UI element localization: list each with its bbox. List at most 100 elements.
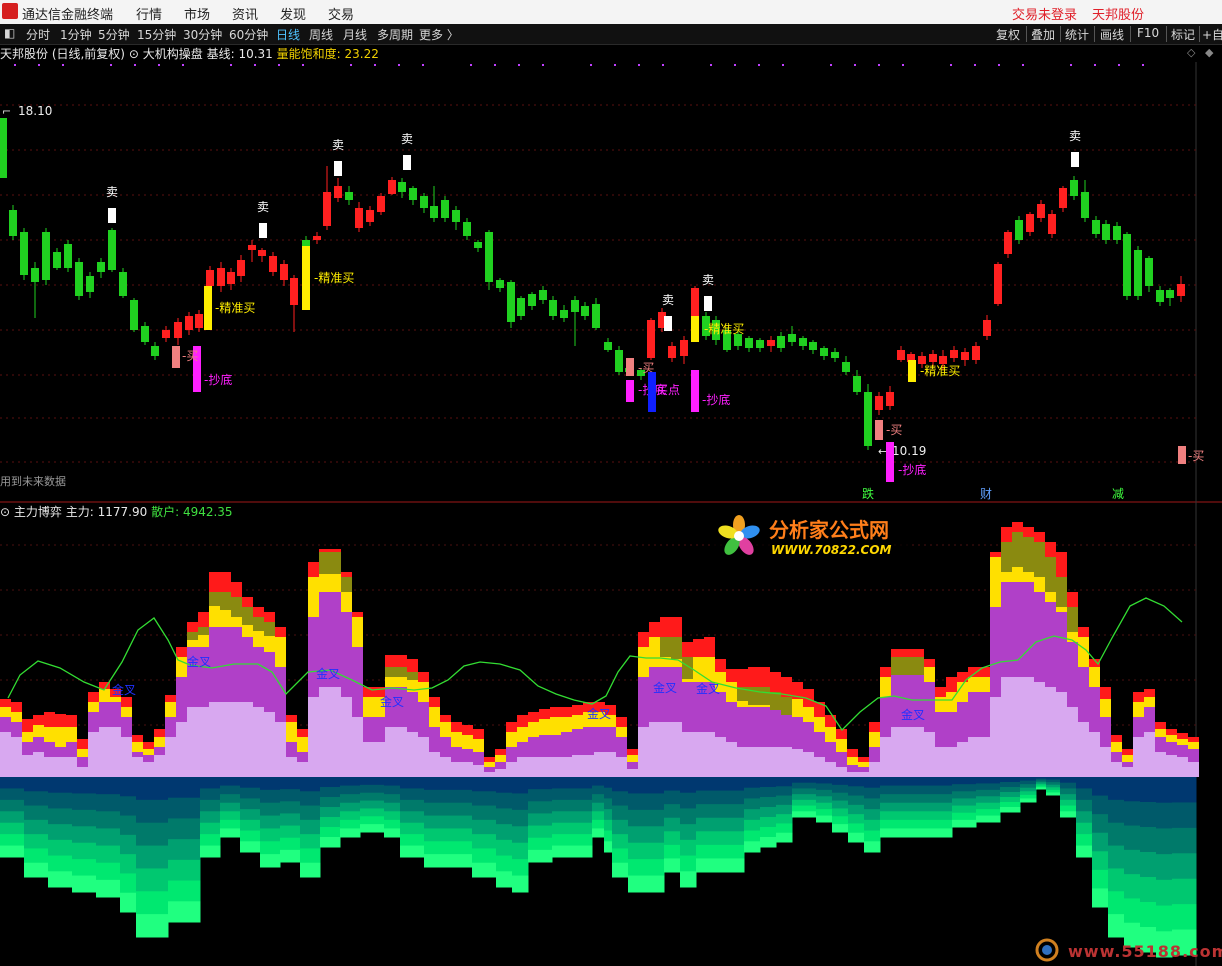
retail-band (384, 819, 401, 829)
retail-band (168, 859, 185, 882)
main-force-bar-yellow (66, 727, 77, 742)
retail-band (340, 777, 361, 787)
main-force-bar-red (880, 667, 891, 677)
signal-dot (1070, 64, 1072, 66)
main-force-bar-yellow (572, 715, 583, 729)
main-force-bar-yellow (77, 749, 88, 757)
main-force-bar-lilac (429, 752, 440, 777)
main-force-bar-lilac (770, 747, 781, 777)
candle-body (560, 310, 568, 318)
candle-body (972, 346, 980, 360)
retail-band (696, 831, 721, 846)
retail-band (792, 799, 817, 807)
main-force-bar-yellow (506, 732, 517, 747)
main-force-bar-olive (1067, 607, 1078, 632)
main-force-bar-red (671, 617, 682, 637)
retail-band (744, 787, 761, 799)
main-force-bar-yellow (88, 702, 99, 712)
retail-band (1000, 792, 1021, 798)
retail-band (1076, 777, 1093, 789)
retail-band (848, 832, 865, 843)
main-force-bar-lilac (253, 707, 264, 777)
bottom-signal-bar (886, 442, 894, 482)
candle-body (290, 278, 298, 305)
retail-band (240, 798, 261, 810)
retail-band (300, 791, 321, 807)
chart-canvas[interactable]: ⌐ 18.10← 10.19卖卖卖 卖卖卖卖-精准买-精准买-精准买-精准买-抄底-抄… (0, 0, 1222, 966)
retail-band (150, 822, 169, 847)
signal-dot (614, 64, 616, 66)
retail-band (1156, 828, 1173, 855)
retail-band (776, 804, 793, 815)
main-force-bar-red (0, 699, 11, 707)
main-force-bar-lilac (671, 722, 682, 777)
main-force-bar-yellow (121, 707, 132, 717)
main-force-bar-lilac (1133, 737, 1144, 777)
retail-band (1092, 777, 1109, 797)
main-force-bar-red (253, 607, 264, 617)
retail-band (220, 819, 241, 829)
retail-band (340, 785, 361, 795)
retail-band (1092, 888, 1109, 908)
main-force-bar-lilac (407, 732, 418, 777)
candle-body (1102, 224, 1110, 240)
main-force-bar-lilac (682, 732, 693, 777)
candle-body (75, 262, 83, 296)
main-force-bar-lilac (143, 762, 154, 777)
candle-body (388, 180, 396, 194)
main-force-bar-yellow (451, 732, 462, 747)
retail-band (664, 858, 681, 873)
event-label-finance: 财 (980, 487, 992, 501)
main-force-bar-yellow (363, 697, 374, 717)
precise-buy-bar (302, 246, 310, 310)
retail-band (832, 792, 849, 802)
signal-dot (662, 64, 664, 66)
retail-band (952, 784, 977, 792)
main-force-bar-yellow (803, 707, 814, 722)
candle-body (539, 290, 547, 300)
main-force-bar-purple (11, 722, 22, 737)
retail-band (816, 809, 833, 817)
main-force-bar-yellow (528, 722, 539, 737)
main-force-bar-olive (253, 617, 264, 631)
candle-body (496, 280, 504, 288)
retail-band (1076, 845, 1093, 858)
main-force-bar-lilac (319, 687, 330, 777)
retail-band (384, 794, 401, 804)
retail-band (576, 822, 593, 835)
main-force-bar-lilac (1089, 732, 1100, 777)
main-force-bar-purple (121, 717, 132, 737)
main-force-bar-purple (1034, 592, 1045, 682)
bottom-signal-label: -抄底 (898, 462, 926, 477)
retail-band (360, 808, 385, 817)
main-force-bar-red (704, 637, 715, 657)
candle-body (961, 352, 969, 360)
retail-band (1020, 777, 1037, 782)
main-force-bar-purple (1078, 667, 1089, 722)
buy-signal-label: -买 (886, 423, 902, 437)
retail-band (928, 819, 953, 829)
retail-band (1046, 792, 1061, 796)
retail-band (448, 815, 473, 829)
main-force-bar-purple (792, 717, 803, 749)
main-force-bar-purple (1144, 707, 1155, 732)
main-force-bar-red (693, 639, 704, 657)
buy-signal-bar (875, 420, 883, 440)
retail-band (652, 826, 665, 844)
retail-band (1172, 853, 1197, 880)
retail-band (320, 777, 341, 788)
main-force-bar-red (484, 757, 495, 762)
candle-body (64, 244, 72, 268)
retail-band (848, 777, 865, 787)
retail-band (1108, 822, 1125, 847)
high-price-label: 18.10 (18, 104, 52, 118)
golden-cross-label: 金叉 (316, 666, 340, 681)
retail-band (1000, 787, 1021, 793)
retail-band (880, 777, 905, 787)
main-force-bar-yellow (440, 722, 451, 737)
candle-body (1081, 192, 1089, 218)
main-force-bar-yellow (286, 722, 297, 742)
main-force-bar-yellow (308, 577, 319, 617)
candle-body (323, 192, 331, 226)
retail-band (184, 880, 201, 902)
